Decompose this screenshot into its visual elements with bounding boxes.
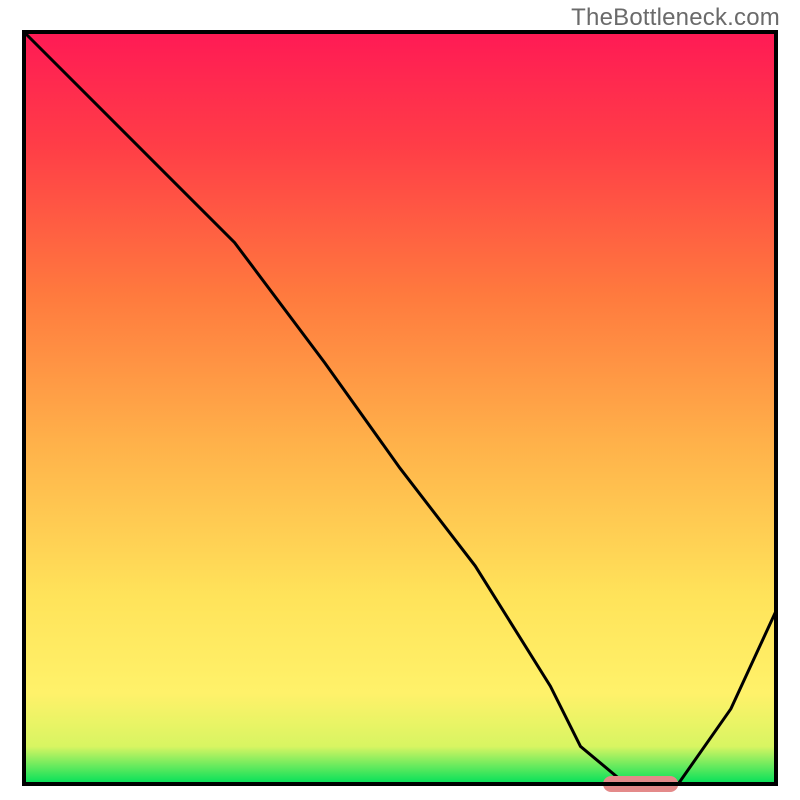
bottleneck-chart <box>0 0 800 800</box>
chart-container: TheBottleneck.com <box>0 0 800 800</box>
